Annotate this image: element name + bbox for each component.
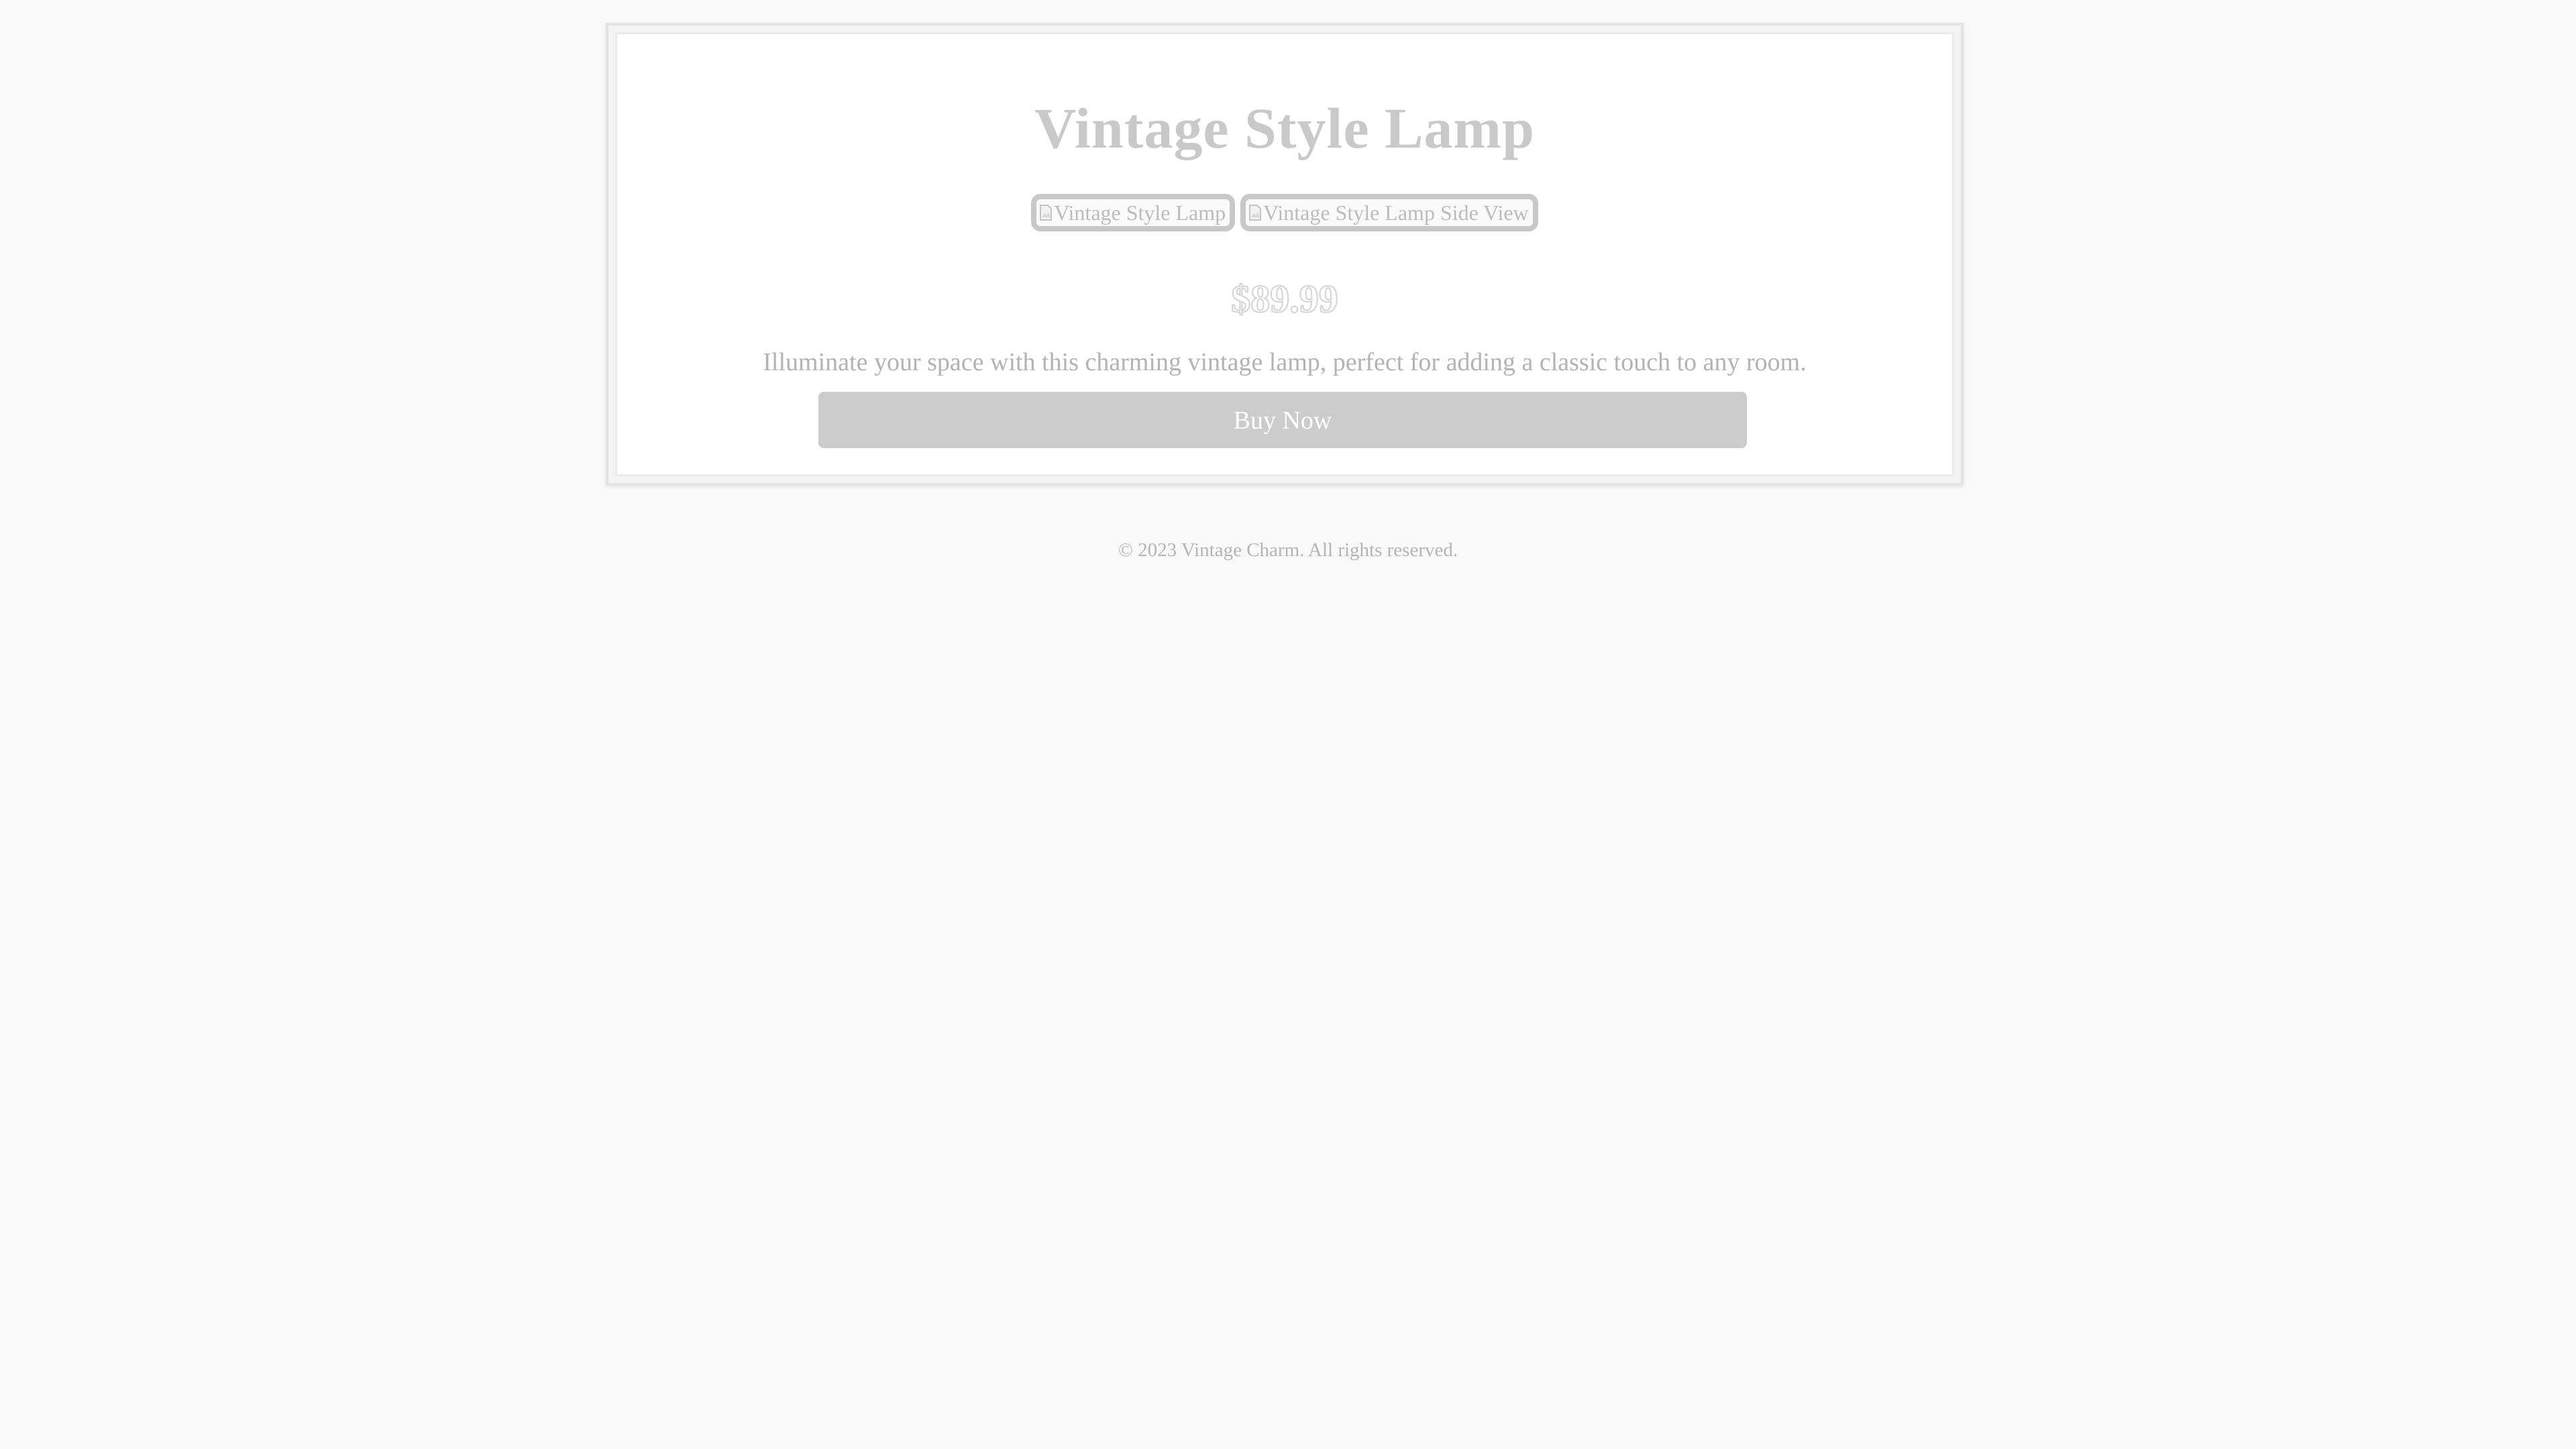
- product-gallery: Vintage Style Lamp Vintage Style Lamp Si…: [617, 194, 1952, 231]
- product-image-side-alt: Vintage Style Lamp Side View: [1263, 201, 1529, 225]
- broken-image-icon: [1248, 204, 1262, 221]
- product-price: $89.99: [1230, 276, 1339, 321]
- product-title: Vintage Style Lamp: [1034, 96, 1535, 160]
- product-image-side[interactable]: Vintage Style Lamp Side View: [1240, 194, 1538, 231]
- product-image-main-alt: Vintage Style Lamp: [1054, 201, 1226, 225]
- broken-image-icon: [1039, 204, 1053, 221]
- product-image-main[interactable]: Vintage Style Lamp: [1031, 194, 1236, 231]
- footer-copyright: © 2023 Vintage Charm. All rights reserve…: [1118, 539, 1458, 561]
- product-card: Vintage Style Lamp Vintage Style Lamp Vi…: [615, 32, 1954, 476]
- page: Vintage Style Lamp Vintage Style Lamp Vi…: [0, 0, 2576, 1449]
- buy-now-button[interactable]: Buy Now: [818, 392, 1747, 448]
- product-description: Illuminate your space with this charming…: [763, 348, 1807, 376]
- product-card-frame: Vintage Style Lamp Vintage Style Lamp Vi…: [606, 23, 1964, 486]
